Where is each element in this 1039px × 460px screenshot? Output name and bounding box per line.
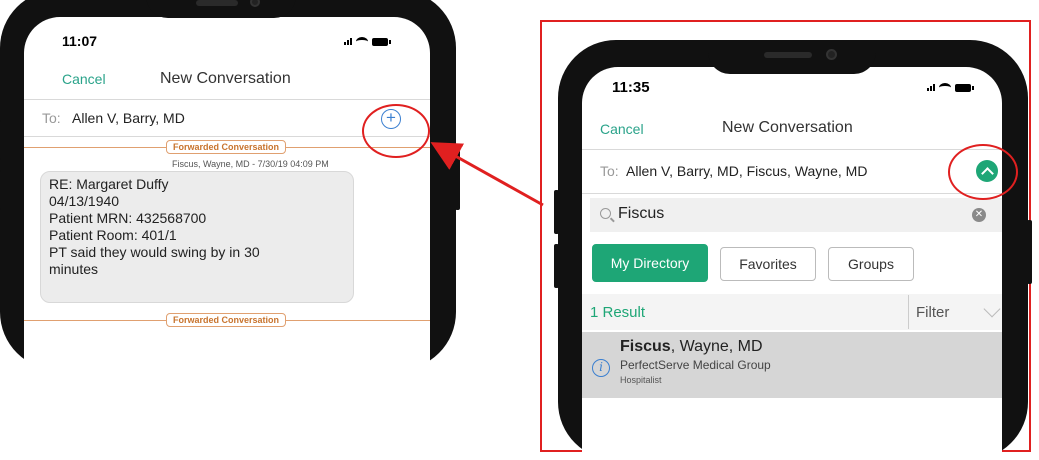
callout-arrow xyxy=(430,142,544,207)
